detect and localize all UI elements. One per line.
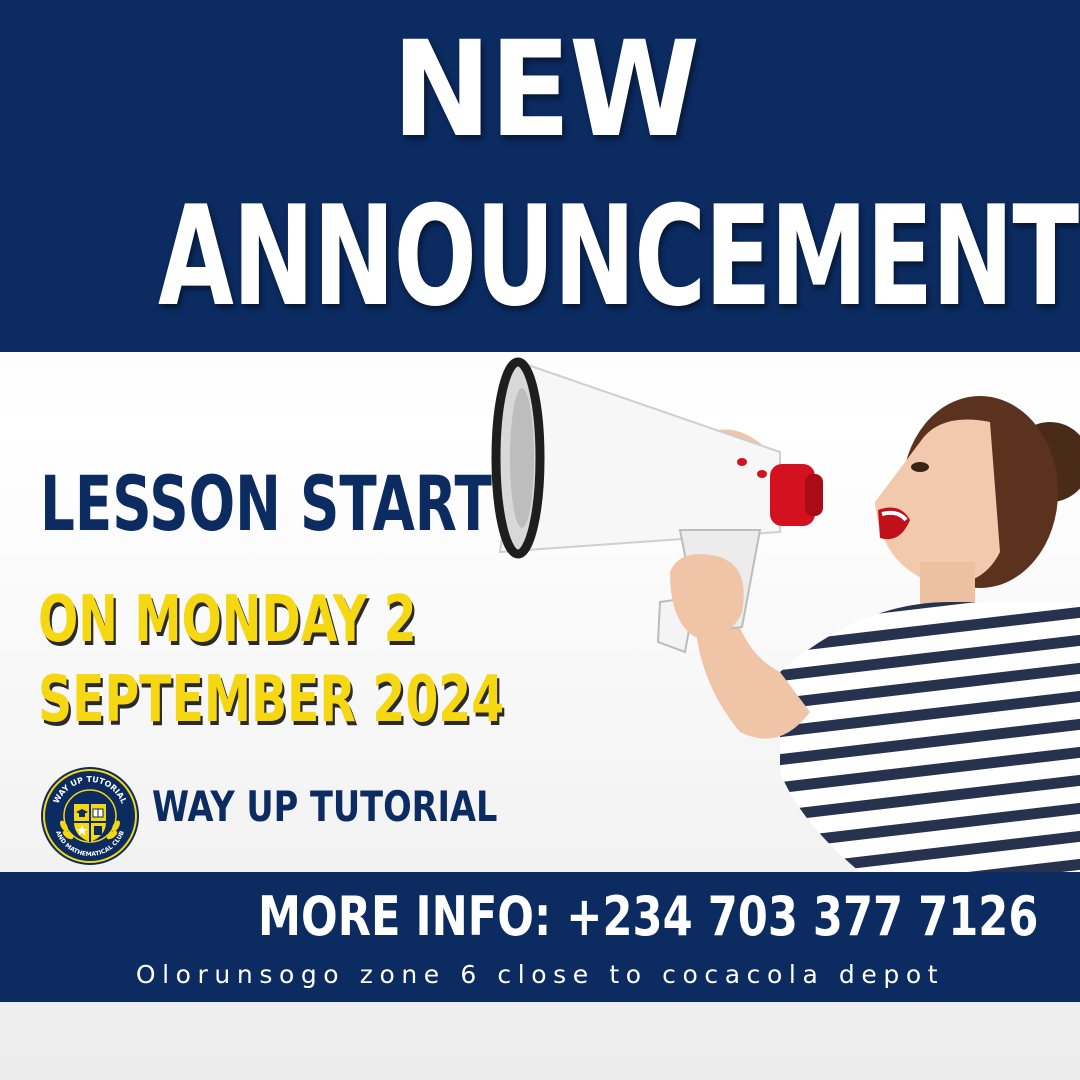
lesson-date-line-1: ON MONDAY 2: [38, 583, 417, 657]
striped-shirt: [780, 602, 1080, 872]
announcement-poster: NEW ANNOUNCEMENT LESSON START ON MONDAY …: [0, 0, 1080, 1080]
face: [875, 419, 1000, 584]
headline-new: NEW: [392, 13, 700, 167]
headline-announcement: ANNOUNCEMENT: [158, 176, 1079, 337]
way-up-tutorial-logo: WAY UP TUTORIAL AND MATHEMATICAL CLUB: [41, 767, 139, 865]
brand-name: WAY UP TUTORIAL: [152, 782, 498, 831]
lesson-date-line-2: SEPTEMBER 2024: [38, 663, 505, 737]
megaphone-icon: [491, 357, 823, 654]
lesson-start-title: LESSON START: [40, 459, 492, 548]
woman-with-megaphone-illustration: [491, 357, 1080, 872]
book-icon: [92, 808, 104, 818]
address-line: Olorunsogo zone 6 close to cocacola depo…: [135, 960, 945, 989]
more-info-phone: MORE INFO: +234 703 377 7126: [258, 885, 1039, 948]
